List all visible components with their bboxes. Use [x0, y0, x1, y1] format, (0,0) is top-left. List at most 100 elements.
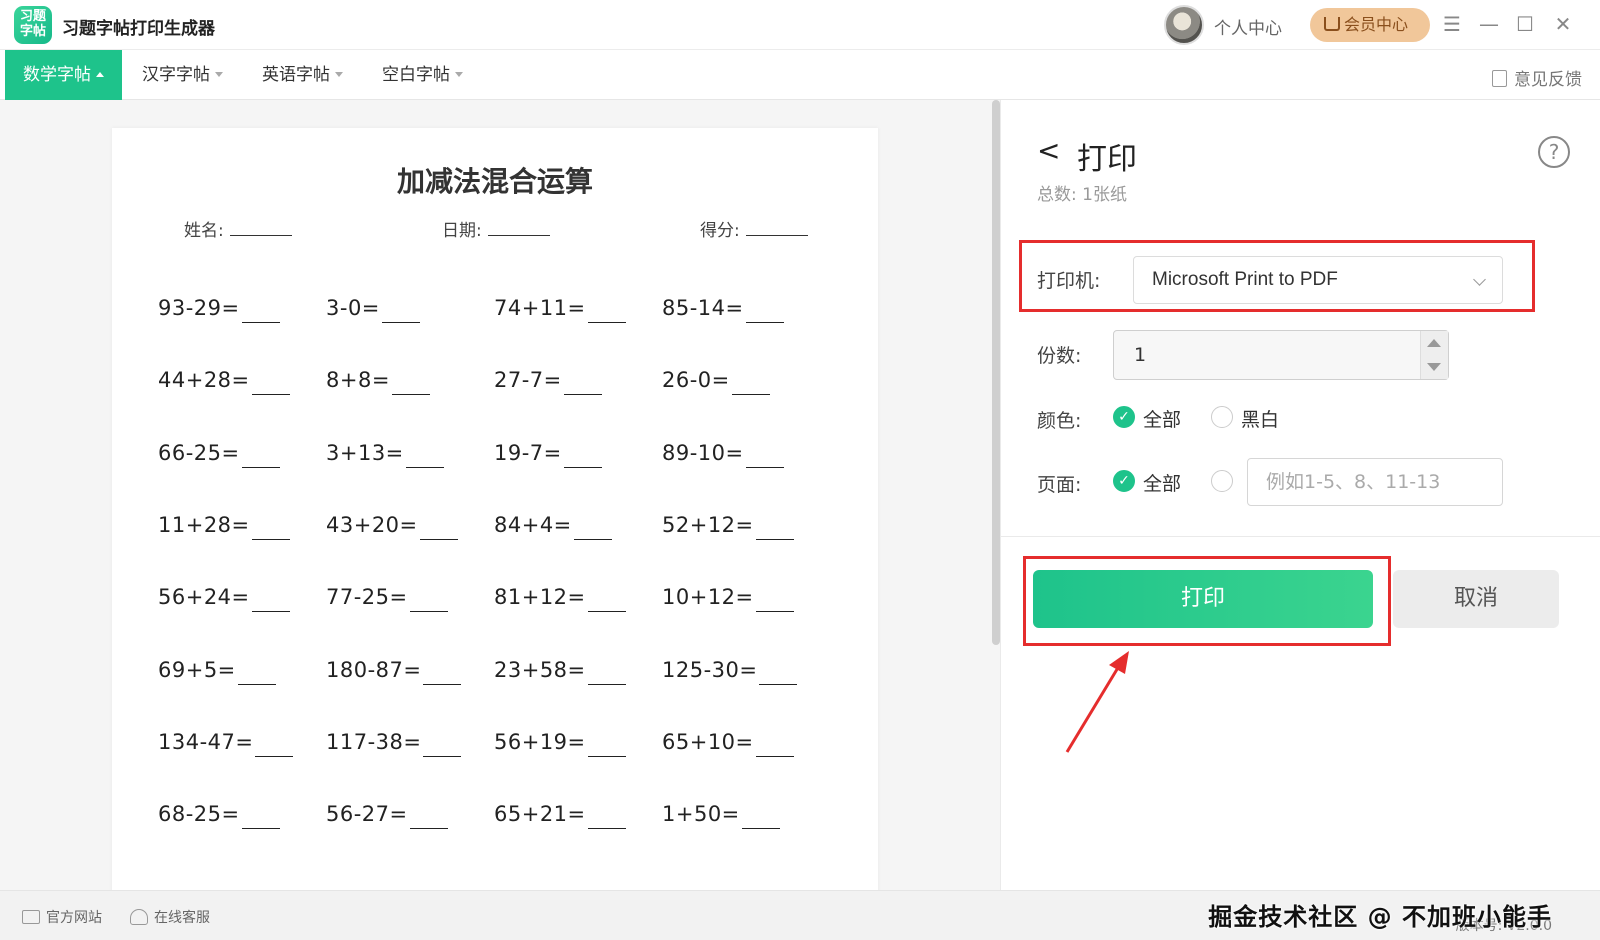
math-problem: 74+11=	[494, 296, 626, 323]
monitor-icon	[22, 910, 40, 924]
math-problem: 23+58=	[494, 658, 626, 685]
answer-blank	[563, 446, 602, 468]
math-problem: 56+24=	[158, 585, 290, 612]
math-problem: 10+12=	[662, 585, 794, 612]
online-service-link[interactable]: 在线客服	[130, 907, 210, 927]
name-field: 姓名:	[184, 216, 292, 241]
problem-text: 43+20=	[326, 513, 418, 537]
official-site-link[interactable]: 官方网站	[22, 907, 102, 927]
preview-scrollbar[interactable]	[992, 100, 1000, 645]
math-problem: 3+13=	[326, 441, 444, 468]
minimize-icon[interactable]: —	[1475, 10, 1503, 38]
problem-text: 68-25=	[158, 802, 240, 826]
worksheet-title: 加减法混合运算	[396, 165, 593, 198]
worksheet-paper: 加减法混合运算 姓名: 日期: 得分: 93-29= 3-0= 74+11= 85-1…	[112, 128, 878, 890]
problem-text: 77-25=	[326, 585, 408, 609]
caret-down-icon	[455, 72, 463, 77]
math-problem: 65+10=	[662, 730, 794, 757]
answer-blank	[755, 735, 794, 757]
problem-text: 56+19=	[494, 730, 586, 754]
tab-label: 汉字字帖	[142, 65, 210, 85]
math-problem: 66-25=	[158, 441, 280, 468]
answer-blank	[251, 373, 290, 395]
answer-blank	[587, 807, 626, 829]
avatar[interactable]	[1164, 5, 1204, 45]
answer-blank	[587, 735, 626, 757]
math-problem: 56-27=	[326, 802, 448, 829]
problem-text: 134-47=	[158, 730, 254, 754]
answer-blank	[423, 663, 462, 685]
math-problem: 134-47=	[158, 730, 294, 757]
answer-blank	[563, 373, 602, 395]
math-problem: 43+20=	[326, 513, 458, 540]
answer-blank	[741, 807, 780, 829]
annotation-arrow	[1065, 651, 1129, 753]
math-problem: 65+21=	[494, 802, 626, 829]
answer-blank	[587, 663, 626, 685]
close-icon[interactable]: ✕	[1549, 10, 1577, 38]
answer-blank	[587, 590, 626, 612]
print-panel: < 打印 ? 总数: 1张纸 打印机: Microsoft Print to P…	[1000, 100, 1600, 890]
problem-text: 180-87=	[326, 658, 422, 682]
score-field: 得分:	[700, 216, 808, 241]
feedback-link[interactable]: 意见反馈	[1492, 65, 1582, 90]
personal-center-link[interactable]: 个人中心	[1214, 14, 1282, 39]
tab-math[interactable]: 数学字帖	[5, 50, 122, 100]
math-problem: 56+19=	[494, 730, 626, 757]
online-service-label: 在线客服	[154, 910, 210, 926]
problem-text: 84+4=	[494, 513, 572, 537]
feedback-label: 意见反馈	[1514, 70, 1582, 90]
problem-text: 74+11=	[494, 296, 586, 320]
crown-icon	[1324, 17, 1340, 31]
problem-text: 125-30=	[662, 658, 758, 682]
problem-text: 19-7=	[494, 441, 562, 465]
menu-icon[interactable]: ☰	[1438, 10, 1466, 38]
answer-blank	[241, 301, 280, 323]
logo-text-2: 字帖	[19, 24, 46, 39]
problem-text: 93-29=	[158, 296, 240, 320]
footer: 官方网站 在线客服 版本号: V2.0.0 掘金技术社区 @ 不加班小能手	[0, 890, 1600, 940]
math-problem: 19-7=	[494, 441, 602, 468]
answer-blank	[745, 446, 784, 468]
answer-blank	[251, 518, 290, 540]
problem-text: 1+50=	[662, 802, 740, 826]
answer-blank	[255, 735, 294, 757]
problem-text: 3-0=	[326, 296, 380, 320]
tab-blank[interactable]: 空白字帖	[382, 50, 463, 100]
answer-blank	[381, 301, 420, 323]
problem-text: 81+12=	[494, 585, 586, 609]
math-problem: 89-10=	[662, 441, 784, 468]
answer-blank	[745, 301, 784, 323]
score-label: 得分:	[700, 221, 740, 241]
tab-chinese[interactable]: 汉字字帖	[142, 50, 223, 100]
maximize-icon[interactable]: ☐	[1511, 10, 1539, 38]
date-label: 日期:	[442, 221, 482, 241]
answer-blank	[409, 590, 448, 612]
vip-center-label: 会员中心	[1344, 15, 1409, 34]
answer-blank	[423, 735, 462, 757]
problem-text: 26-0=	[662, 368, 730, 392]
tab-english[interactable]: 英语字帖	[262, 50, 343, 100]
caret-down-icon	[335, 72, 343, 77]
name-label: 姓名:	[184, 221, 224, 241]
math-problem: 81+12=	[494, 585, 626, 612]
math-problem: 125-30=	[662, 658, 798, 685]
answer-blank	[731, 373, 770, 395]
problem-text: 65+21=	[494, 802, 586, 826]
problem-text: 52+12=	[662, 513, 754, 537]
answer-blank	[759, 663, 798, 685]
math-problem: 26-0=	[662, 368, 770, 395]
vip-center-button[interactable]: 会员中心	[1310, 8, 1430, 42]
watermark: 掘金技术社区 @ 不加班小能手	[1208, 903, 1552, 931]
answer-blank	[419, 518, 458, 540]
problem-text: 117-38=	[326, 730, 422, 754]
official-site-label: 官方网站	[46, 910, 102, 926]
answer-blank	[237, 663, 276, 685]
logo-text-1: 习题	[19, 9, 46, 24]
preview-area: 加减法混合运算 姓名: 日期: 得分: 93-29= 3-0= 74+11= 85-1…	[0, 100, 992, 890]
app-title: 习题字帖打印生成器	[62, 19, 215, 39]
app-logo: 习题 字帖	[14, 6, 52, 44]
math-problem: 93-29=	[158, 296, 280, 323]
answer-blank	[251, 590, 290, 612]
answer-blank	[391, 373, 430, 395]
